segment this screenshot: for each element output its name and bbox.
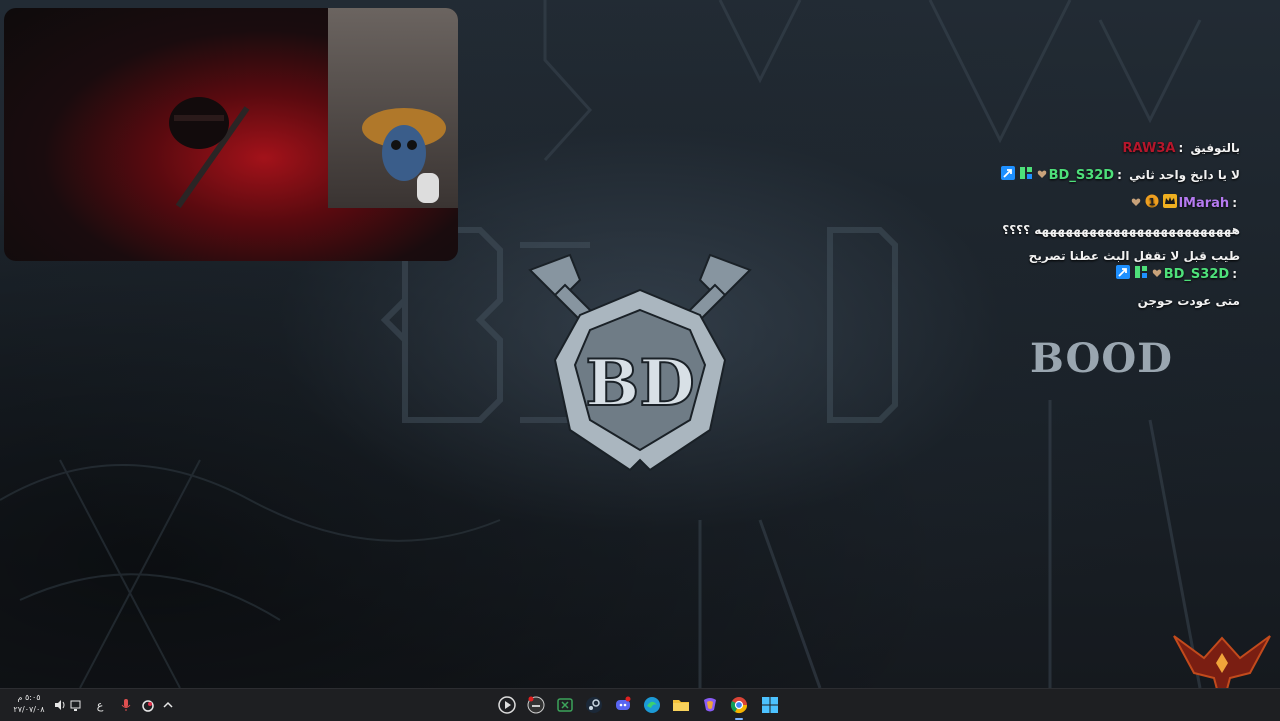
- file-explorer-icon[interactable]: [671, 695, 691, 715]
- edge-icon[interactable]: [642, 695, 662, 715]
- moderator-icon: [1000, 166, 1015, 185]
- clock-date: ٢٧/٠٧/٠٨: [13, 705, 45, 714]
- media-player-icon[interactable]: [497, 695, 517, 715]
- chat-message: هههههههههههههههههههههههههه ؟؟؟؟: [922, 222, 1240, 239]
- chat-separator: :: [1232, 267, 1237, 281]
- logo-letters: BD: [585, 346, 695, 421]
- months-1-icon: 1: [1145, 194, 1159, 213]
- prime-icon: [1019, 166, 1033, 185]
- chat-separator: :: [1178, 141, 1184, 155]
- chat-username[interactable]: BD_S32D: [1164, 267, 1229, 282]
- webcam-feed: [4, 8, 458, 261]
- chat-message: طيب قبل لا تقفل البث عطنا تصريح BD_S32D:: [922, 248, 1240, 284]
- bood-brand-text: BOOD: [1030, 335, 1173, 382]
- clock-time: ٥:٠٥ م: [17, 693, 41, 702]
- chat-overlay: بالتوفيق RAW3A: لا يا دايخ واحد ثاني BD_S…: [922, 140, 1240, 319]
- moderator-icon: [1115, 265, 1130, 284]
- chat-username-group: BD_S32D:: [999, 166, 1125, 185]
- chat-username-group: RAW3A:: [1123, 140, 1187, 157]
- heart-icon: [1037, 167, 1047, 184]
- steam-icon[interactable]: [584, 695, 604, 715]
- phoenix-logo-icon: [1173, 635, 1271, 688]
- microphone-icon[interactable]: [118, 697, 134, 713]
- chat-username[interactable]: lMarah: [1179, 196, 1230, 211]
- chat-message: بالتوفيق RAW3A:: [922, 140, 1240, 157]
- chat-message: لا يا دايخ واحد ثاني BD_S32D:: [922, 166, 1240, 185]
- xbox-icon[interactable]: [555, 695, 575, 715]
- taskbar: ٥:٠٥ م ٢٧/٠٧/٠٨ ع: [0, 688, 1280, 721]
- chat-username-group: BD_S32D:: [1114, 265, 1240, 284]
- chevron-up-icon[interactable]: [160, 697, 176, 713]
- volume-icon[interactable]: [52, 697, 68, 713]
- game-controller-icon[interactable]: [526, 695, 546, 715]
- chat-username-group: 1 lMarah:: [1129, 194, 1240, 213]
- language-indicator[interactable]: ع: [92, 697, 108, 713]
- chat-separator: :: [1117, 168, 1122, 182]
- windows-start-icon[interactable]: [760, 695, 780, 715]
- system-clock[interactable]: ٥:٠٥ م ٢٧/٠٧/٠٨: [10, 692, 48, 718]
- heart-icon: [1131, 195, 1141, 212]
- chat-message-text: متى عودت حوجن: [1137, 294, 1240, 308]
- heart-icon: [1152, 266, 1162, 283]
- svg-text:1: 1: [1148, 197, 1155, 208]
- chat-username[interactable]: BD_S32D: [1049, 168, 1114, 183]
- chat-message-text: هههههههههههههههههههههههههه ؟؟؟؟: [1002, 223, 1240, 237]
- chat-message-text: طيب قبل لا تقفل البث عطنا تصريح: [1028, 249, 1240, 263]
- chat-username[interactable]: RAW3A: [1123, 141, 1176, 156]
- chrome-icon[interactable]: [729, 695, 749, 720]
- crown-icon: [1162, 194, 1177, 213]
- meter-app-icon[interactable]: [140, 697, 156, 713]
- chat-separator: :: [1232, 196, 1237, 210]
- discord-icon[interactable]: [613, 695, 633, 715]
- prime-icon: [1134, 265, 1148, 284]
- network-icon[interactable]: [68, 697, 84, 713]
- plush-figure-icon: [362, 108, 446, 203]
- bd-shield-logo: BD: [528, 253, 752, 472]
- chat-message: 1 lMarah:: [922, 194, 1240, 213]
- chat-message-text: بالتوفيق: [1190, 141, 1240, 155]
- chat-message: متى عودت حوجن: [922, 293, 1240, 310]
- chat-message-text: لا يا دايخ واحد ثاني: [1129, 168, 1240, 182]
- streamer-silhouette: [169, 97, 229, 149]
- copilot-icon[interactable]: [700, 695, 720, 715]
- desktop-background: بالتوفيق RAW3A: لا يا دايخ واحد ثاني BD_S…: [0, 0, 1280, 688]
